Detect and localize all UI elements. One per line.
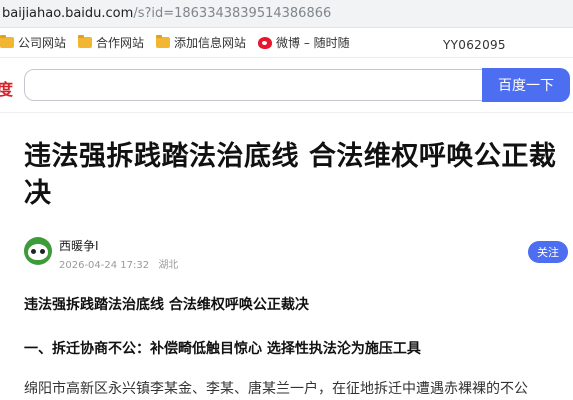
avatar-eye xyxy=(31,249,36,254)
article-meta: 2026-04-24 17:32 湖北 xyxy=(59,256,184,271)
publish-date: 2026-04-24 17:32 xyxy=(59,260,150,271)
baidu-logo[interactable]: 度 xyxy=(0,76,13,100)
author-avatar[interactable] xyxy=(24,237,52,265)
avatar-eye xyxy=(40,249,45,254)
url-path: /s?id=1863343839514386866 xyxy=(133,6,332,21)
bookmark-add-info-sites[interactable]: 添加信息网站 xyxy=(156,34,246,51)
bookmark-label: 微博 – 随时随 xyxy=(276,36,350,50)
folder-icon xyxy=(78,35,93,48)
bookmark-label: 合作网站 xyxy=(96,36,145,50)
follow-button[interactable]: 关注 xyxy=(528,241,568,263)
search-header: 度 百度一下 xyxy=(0,58,573,112)
browser-window: baijiahao.baidu.com /s?id=18633438395143… xyxy=(0,0,573,400)
url-host: baijiahao.baidu.com xyxy=(2,6,134,21)
avatar-face xyxy=(28,244,48,260)
author-name[interactable]: 西暖争I xyxy=(59,237,99,254)
publish-location: 湖北 xyxy=(158,260,179,271)
bookmark-company-sites[interactable]: 公司网站 xyxy=(0,34,66,51)
header-divider xyxy=(0,112,573,113)
bookmark-partner-sites[interactable]: 合作网站 xyxy=(78,34,144,51)
overlay-code: YY062095 xyxy=(443,38,506,52)
search-input[interactable] xyxy=(24,69,484,101)
bookmark-label: 添加信息网站 xyxy=(174,36,247,50)
section-heading: 一、拆迁协商不公：补偿畸低触目惊心 选择性执法沦为施压工具 xyxy=(24,341,421,357)
bookmark-weibo[interactable]: 微博 – 随时随 xyxy=(258,34,350,51)
lead-heading: 违法强拆践踏法治底线 合法维权呼唤公正裁决 xyxy=(24,297,309,313)
weibo-icon xyxy=(258,36,273,49)
article-title: 违法强拆践踏法治底线 合法维权呼唤公正裁决 xyxy=(24,141,557,209)
address-bar[interactable]: baijiahao.baidu.com /s?id=18633438395143… xyxy=(0,0,573,28)
body-paragraph: 绵阳市高新区永兴镇李某金、李某、唐某兰一户，在征地拆迁中遭遇赤裸裸的不公 xyxy=(24,381,528,397)
bookmark-label: 公司网站 xyxy=(18,36,67,50)
folder-icon xyxy=(156,35,171,48)
search-button[interactable]: 百度一下 xyxy=(482,68,570,102)
folder-icon xyxy=(0,35,14,48)
